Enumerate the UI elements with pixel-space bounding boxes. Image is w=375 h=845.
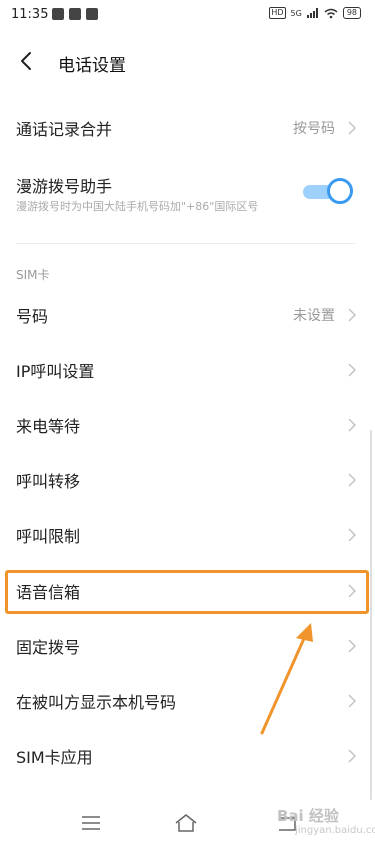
hd-badge: HD	[269, 7, 286, 19]
wifi-icon	[324, 8, 338, 18]
menu-icon[interactable]	[79, 812, 103, 834]
setting-value: 未设置	[293, 308, 335, 324]
setting-subtitle: 漫游拨号时为中国大陆手机号码加"+86"国际区号	[16, 200, 259, 213]
watermark-brand: Bai 经验	[277, 807, 339, 825]
app-header: 电话设置	[0, 38, 375, 84]
setting-label: 固定拨号	[16, 638, 81, 657]
back-arrow-icon[interactable]	[14, 48, 40, 74]
chevron-right-icon	[348, 308, 357, 322]
voicemail-highlight-box	[5, 570, 369, 614]
chevron-right-icon	[348, 363, 357, 377]
setting-call-barring[interactable]: 呼叫限制	[0, 508, 375, 562]
setting-label: 号码	[16, 307, 49, 326]
setting-call-waiting[interactable]: 来电等待	[0, 398, 375, 452]
home-icon[interactable]	[174, 812, 198, 834]
section-title-sim: SIM卡	[16, 268, 50, 282]
setting-value: 按号码	[293, 121, 335, 137]
setting-show-caller-id[interactable]: 在被叫方显示本机号码	[0, 674, 375, 728]
battery-indicator: 98	[342, 7, 361, 19]
status-bar: 11:35 HD 5G 98	[0, 0, 375, 30]
setting-label: IP呼叫设置	[16, 362, 95, 381]
setting-call-forwarding[interactable]: 呼叫转移	[0, 453, 375, 507]
mail-icon	[69, 8, 81, 20]
chevron-right-icon	[348, 694, 357, 708]
setting-label: SIM卡应用	[16, 748, 93, 767]
section-divider	[16, 243, 356, 244]
setting-call-log-merge[interactable]: 通话记录合并 按号码	[0, 101, 375, 155]
toggle-knob	[327, 178, 353, 204]
setting-number[interactable]: 号码 未设置	[0, 288, 375, 342]
setting-label: 呼叫转移	[16, 472, 81, 491]
app-icon	[86, 8, 98, 20]
setting-sim-apps[interactable]: SIM卡应用	[0, 729, 375, 783]
chevron-right-icon	[348, 121, 357, 135]
setting-fixed-dialing[interactable]: 固定拨号	[0, 619, 375, 673]
chevron-right-icon	[348, 749, 357, 763]
network-label: 5G	[290, 8, 302, 18]
setting-ip-call[interactable]: IP呼叫设置	[0, 343, 375, 397]
chevron-right-icon	[348, 473, 357, 487]
setting-label: 呼叫限制	[16, 527, 81, 546]
page-title: 电话设置	[58, 56, 126, 76]
setting-label: 在被叫方显示本机号码	[16, 693, 177, 712]
message-icon	[52, 8, 64, 20]
setting-label: 漫游拨号助手	[16, 177, 113, 196]
setting-label: 来电等待	[16, 417, 81, 436]
scrollbar[interactable]	[370, 430, 372, 800]
status-time: 11:35	[11, 7, 49, 22]
chevron-right-icon	[348, 418, 357, 432]
signal-icon	[306, 8, 318, 18]
setting-label: 通话记录合并	[16, 120, 113, 139]
chevron-right-icon	[348, 528, 357, 542]
baidu-watermark: Bai 经验 jingyan.baidu.com	[271, 803, 375, 839]
watermark-url: jingyan.baidu.com	[295, 825, 375, 836]
status-right: HD 5G 98	[269, 7, 361, 19]
chevron-right-icon	[348, 639, 357, 653]
roaming-toggle[interactable]	[303, 178, 353, 204]
notification-icons	[52, 8, 98, 20]
